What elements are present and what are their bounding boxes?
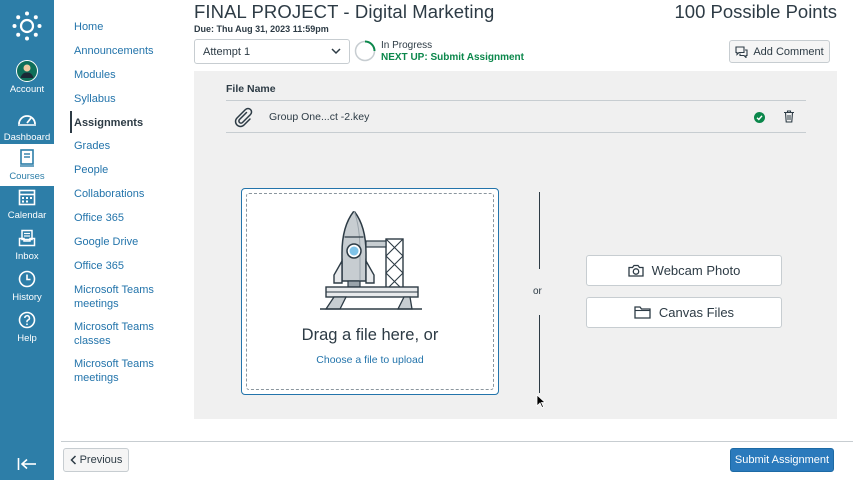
canvas-files-label: Canvas Files <box>658 305 735 320</box>
check-circle-icon <box>754 112 765 123</box>
nav-account[interactable]: Account <box>0 60 54 102</box>
next-up-step: NEXT UP: Submit Assignment <box>381 52 524 63</box>
inbox-icon <box>16 227 38 249</box>
dashboard-icon <box>16 108 38 130</box>
add-comment-button[interactable]: Add Comment <box>729 40 830 63</box>
course-nav: Home Announcements Modules Syllabus Assi… <box>54 0 184 440</box>
nav-inbox-label: Inbox <box>15 251 39 262</box>
file-drop-zone[interactable]: Drag a file here, or Choose a file to up… <box>241 188 499 395</box>
nav-courses[interactable]: Courses <box>0 144 54 186</box>
course-nav-syllabus[interactable]: Syllabus <box>74 93 174 107</box>
footer-divider <box>61 441 853 442</box>
course-nav-people[interactable]: People <box>74 164 174 178</box>
nav-courses-label: Courses <box>9 171 45 182</box>
course-nav-teams-meetings[interactable]: Microsoft Teams meetings <box>74 284 174 311</box>
global-nav: Account Dashboard Courses Calendar Inbox… <box>0 0 54 480</box>
chevron-down-icon <box>331 48 341 55</box>
webcam-photo-label: Webcam Photo <box>651 263 741 278</box>
progress-status: In Progress <box>381 40 433 51</box>
history-icon <box>16 268 38 290</box>
trash-icon[interactable] <box>783 110 795 123</box>
attempt-select[interactable]: Attempt 1 <box>194 39 350 64</box>
courses-icon <box>16 147 38 169</box>
folder-icon <box>634 306 651 319</box>
chevron-left-icon <box>70 455 76 465</box>
nav-dashboard-label: Dashboard <box>3 132 51 143</box>
help-icon <box>16 309 38 331</box>
due-date: Due: Thu Aug 31, 2023 11:59pm <box>194 24 329 34</box>
webcam-photo-button[interactable]: Webcam Photo <box>586 255 782 286</box>
canvas-logo-icon[interactable] <box>11 10 43 42</box>
file-table-header: File Name <box>226 83 276 95</box>
collapse-nav-icon[interactable] <box>17 456 37 472</box>
attempt-select-value: Attempt 1 <box>203 45 251 58</box>
nav-calendar[interactable]: Calendar <box>0 186 54 228</box>
course-nav-assignments[interactable]: Assignments <box>74 117 174 131</box>
file-name[interactable]: Group One...ct -2.key <box>269 111 369 123</box>
course-nav-home[interactable]: Home <box>74 21 174 35</box>
course-nav-modules[interactable]: Modules <box>74 69 174 83</box>
mouse-cursor-icon <box>536 394 546 408</box>
divider <box>226 100 806 101</box>
canvas-files-button[interactable]: Canvas Files <box>586 297 782 328</box>
course-nav-collaborations[interactable]: Collaborations <box>74 188 174 202</box>
previous-button[interactable]: Previous <box>63 448 129 472</box>
nav-history[interactable]: History <box>0 268 54 310</box>
calendar-icon <box>16 186 38 208</box>
course-nav-office-365-2[interactable]: Office 365 <box>74 260 174 274</box>
camera-icon <box>628 264 644 277</box>
rocket-illustration-icon <box>320 211 422 310</box>
drop-zone-title: Drag a file here, or <box>301 326 439 344</box>
choose-file-link[interactable]: Choose a file to upload <box>242 354 498 366</box>
course-nav-teams-classes[interactable]: Microsoft Teams classes <box>74 321 174 348</box>
paperclip-icon <box>234 107 253 128</box>
divider <box>539 315 540 393</box>
course-nav-office-365[interactable]: Office 365 <box>74 212 174 226</box>
nav-help-label: Help <box>17 333 37 344</box>
submit-assignment-button[interactable]: Submit Assignment <box>730 448 834 472</box>
nav-calendar-label: Calendar <box>7 210 47 221</box>
divider <box>539 192 540 269</box>
previous-label: Previous <box>79 454 123 466</box>
progress-ring-icon <box>354 40 376 62</box>
course-nav-active-indicator <box>70 111 72 133</box>
course-nav-google-drive[interactable]: Google Drive <box>74 236 174 250</box>
nav-inbox[interactable]: Inbox <box>0 227 54 269</box>
nav-history-label: History <box>12 292 42 303</box>
divider <box>226 132 806 133</box>
course-nav-announcements[interactable]: Announcements <box>74 45 174 59</box>
nav-account-label: Account <box>9 84 45 95</box>
avatar <box>16 60 38 82</box>
possible-points: 100 Possible Points <box>674 1 838 22</box>
add-comment-label: Add Comment <box>753 45 824 58</box>
comment-icon <box>735 45 748 58</box>
course-nav-teams-meetings-2[interactable]: Microsoft Teams meetings <box>74 358 174 385</box>
course-nav-grades[interactable]: Grades <box>74 140 174 154</box>
or-separator: or <box>533 286 542 297</box>
page-title: FINAL PROJECT - Digital Marketing <box>194 1 495 22</box>
nav-help[interactable]: Help <box>0 309 54 351</box>
